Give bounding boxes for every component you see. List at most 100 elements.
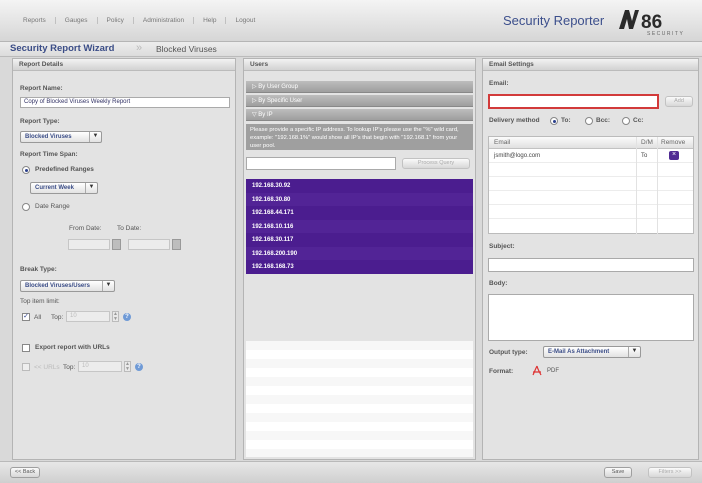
chevron-down-icon: ▼ (85, 183, 97, 193)
urls-all-checkbox[interactable] (22, 363, 30, 371)
users-panel: Users ▷ By User Group ▷ By Specific User… (243, 58, 476, 460)
delivery-method-label: Delivery method (489, 117, 540, 124)
break-type-label: Break Type: (20, 266, 57, 273)
column-email: Email (494, 139, 511, 146)
ip-list-item[interactable]: 192.168.168.73 (246, 260, 473, 274)
ip-list-item[interactable]: 192.168.30.117 (246, 233, 473, 247)
all-label: All (34, 314, 42, 321)
ip-list-item[interactable]: 192.168.44.171 (246, 206, 473, 220)
by-user-group-node[interactable]: ▷ By User Group (246, 81, 473, 93)
all-checkbox[interactable]: ✓ (22, 313, 30, 321)
delivery-bcc-radio[interactable] (585, 117, 593, 125)
body-textarea[interactable] (488, 294, 694, 341)
help-icon[interactable]: ? (123, 313, 131, 321)
table-row (489, 205, 693, 219)
delivery-bcc-label: Bcc: (596, 117, 611, 124)
recipient-table-header: Email D/M Remove (489, 137, 693, 149)
urls-top-label: Top: (63, 364, 76, 371)
breadcrumb-wizard[interactable]: Security Report Wizard (10, 43, 114, 54)
breadcrumb: Security Report Wizard » Blocked Viruses (0, 42, 702, 57)
email-settings-header: Email Settings (483, 59, 698, 71)
nav-help[interactable]: Help (194, 17, 227, 24)
help-icon[interactable]: ? (135, 363, 143, 371)
delivery-to-label: To: (561, 117, 571, 124)
ip-list-item[interactable]: 192.168.30.80 (246, 192, 473, 206)
filters-button[interactable]: Filters >> (648, 467, 692, 478)
column-remove: Remove (661, 139, 686, 146)
delivery-to-radio[interactable] (550, 117, 558, 125)
export-urls-label: Export report with URLs (35, 344, 110, 351)
ip-list-item[interactable]: 192.168.30.92 (246, 179, 473, 193)
ip-list-empty-rows (246, 341, 473, 457)
delivery-cc-radio[interactable] (622, 117, 630, 125)
predefined-range-select[interactable]: Current Week ▼ (30, 182, 98, 194)
break-type-select[interactable]: Blocked Viruses/Users ▼ (20, 280, 115, 292)
table-row (489, 191, 693, 205)
chevron-down-icon: ▼ (102, 281, 114, 291)
subject-label: Subject: (489, 243, 515, 250)
time-span-label: Report Time Span: (20, 151, 78, 158)
predefined-range-value: Current Week (35, 185, 74, 191)
date-range-label: Date Range (35, 203, 70, 210)
output-type-value: E-Mail As Attachment (548, 349, 610, 355)
to-date-input[interactable] (128, 239, 170, 250)
column-divider (636, 137, 637, 235)
nav-reports[interactable]: Reports (14, 17, 56, 24)
report-type-label: Report Type: (20, 118, 60, 125)
output-type-select[interactable]: E-Mail As Attachment ▼ (543, 346, 641, 358)
top-item-limit-label: Top item limit: (20, 298, 60, 305)
from-date-input[interactable] (68, 239, 110, 250)
report-details-header: Report Details (13, 59, 235, 71)
process-query-button[interactable]: Process Query (402, 158, 470, 169)
report-name-input[interactable]: Copy of Blocked Viruses Weekly Report (20, 97, 230, 108)
add-email-button[interactable]: Add (665, 96, 693, 107)
m86-logo: 86 SECURITY (619, 10, 684, 37)
save-button[interactable]: Save (604, 467, 632, 478)
top-label: Top: (51, 314, 64, 321)
table-row (489, 163, 693, 177)
ip-list-item[interactable]: 192.168.200.190 (246, 246, 473, 260)
svg-text:86: 86 (641, 12, 662, 33)
breadcrumb-separator-icon: » (136, 42, 143, 54)
urls-top-spinner[interactable]: ▲ ▼ (124, 361, 131, 372)
chevron-down-icon: ▼ (628, 347, 640, 357)
calendar-icon[interactable] (172, 239, 181, 250)
predefined-ranges-radio[interactable] (22, 166, 30, 174)
nav-gauges[interactable]: Gauges (56, 17, 98, 24)
email-settings-panel: Email Settings Email: Add Delivery metho… (482, 58, 699, 460)
email-input[interactable] (488, 94, 659, 109)
urls-all-label: << URLs (34, 364, 60, 371)
report-type-select[interactable]: Blocked Viruses ▼ (20, 131, 102, 143)
urls-top-input[interactable]: 10 (78, 361, 122, 372)
column-divider (657, 137, 658, 235)
ip-list-item[interactable]: 192.168.10.116 (246, 219, 473, 233)
date-range-radio[interactable] (22, 203, 30, 211)
table-row[interactable]: jsmith@logo.com To × (489, 149, 693, 163)
report-type-value: Blocked Viruses (25, 134, 72, 140)
report-name-label: Report Name: (20, 85, 63, 92)
calendar-icon[interactable] (112, 239, 121, 250)
back-button[interactable]: << Back (10, 467, 40, 478)
export-urls-checkbox[interactable] (22, 344, 30, 352)
chevron-down-icon: ▼ (89, 132, 101, 142)
format-value: PDF (547, 368, 559, 374)
nav-policy[interactable]: Policy (98, 17, 134, 24)
to-date-label: To Date: (117, 225, 142, 232)
by-ip-node[interactable]: ▽ By IP (246, 109, 473, 121)
svg-text:SECURITY: SECURITY (647, 31, 684, 37)
top-limit-spinner[interactable]: ▲ ▼ (112, 311, 119, 322)
subject-input[interactable] (488, 258, 694, 272)
remove-icon[interactable]: × (669, 151, 679, 160)
ip-lookup-input[interactable] (246, 157, 396, 170)
output-type-label: Output type: (489, 349, 528, 356)
pdf-icon (532, 365, 542, 376)
column-dm: D/M (641, 139, 653, 146)
top-limit-input[interactable]: 10 (66, 311, 110, 322)
nav-administration[interactable]: Administration (134, 17, 195, 24)
main-nav: Reports Gauges Policy Administration Hel… (14, 17, 264, 24)
users-header: Users (244, 59, 475, 71)
recipient-method: To (641, 153, 648, 159)
by-specific-user-node[interactable]: ▷ By Specific User (246, 95, 473, 107)
nav-logout[interactable]: Logout (226, 17, 264, 24)
report-details-panel: Report Details Report Name: Copy of Bloc… (12, 58, 236, 460)
